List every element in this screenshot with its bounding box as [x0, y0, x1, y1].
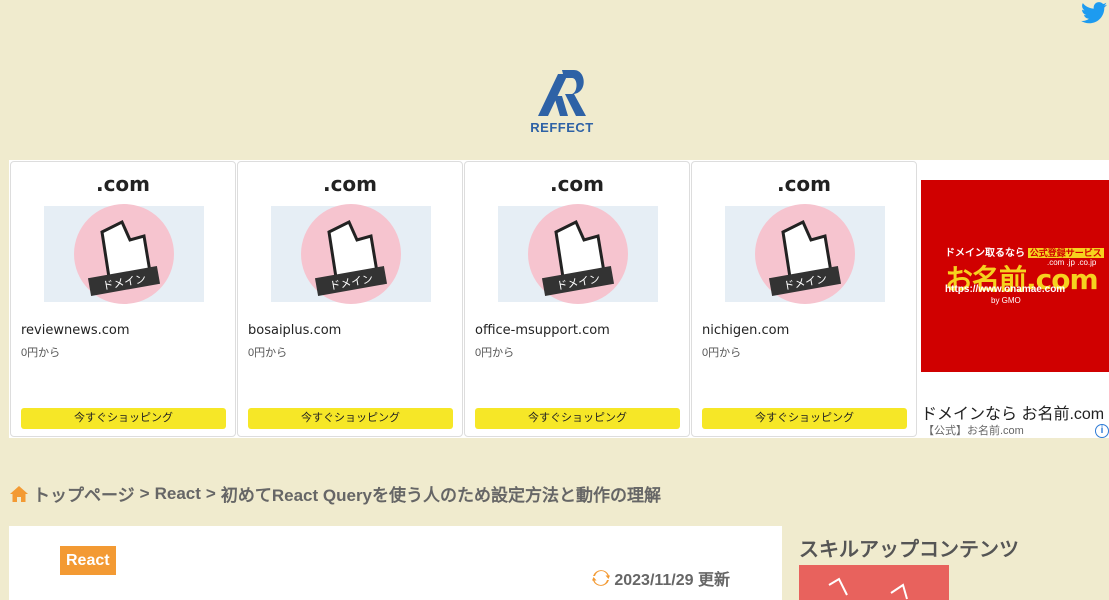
ad-card-tld: .com	[549, 172, 605, 196]
breadcrumb-category[interactable]: React	[155, 484, 201, 504]
site-logo[interactable]: REFFECT	[520, 66, 604, 135]
category-badge[interactable]: React	[60, 546, 116, 575]
adchoices-icon[interactable]: i	[1095, 424, 1109, 438]
ad-card-domain: bosaiplus.com	[248, 323, 342, 338]
logo-text: REFFECT	[530, 120, 594, 135]
breadcrumb-current: 初めてReact Queryを使う人のため設定方法と動作の理解	[220, 486, 662, 505]
shop-now-button[interactable]: 今すぐショッピング	[702, 408, 907, 429]
thumbs-up-domain-icon: ドメイン	[271, 204, 431, 304]
gmo-logo: by GMO	[991, 296, 1021, 305]
breadcrumb-separator: >	[205, 483, 216, 503]
shop-now-button[interactable]: 今すぐショッピング	[248, 408, 453, 429]
ad-card-domain: nichigen.com	[702, 323, 790, 338]
ad-card[interactable]: .com ドメイン bosaiplus.com 0円から 今すぐショッピング	[237, 161, 463, 437]
sidebar-thumbnail[interactable]	[799, 565, 949, 600]
breadcrumb-home[interactable]: トップページ	[33, 481, 135, 506]
ad-card-price: 0円から	[475, 347, 515, 359]
article-card: React 2023/11/29 更新	[9, 526, 782, 600]
onamae-ad-subtitle[interactable]: 【公式】お名前.com	[923, 422, 1024, 438]
shop-now-button[interactable]: 今すぐショッピング	[21, 408, 226, 429]
home-icon	[10, 485, 28, 502]
shop-now-button[interactable]: 今すぐショッピング	[475, 408, 680, 429]
thumbs-up-domain-icon: ドメイン	[498, 204, 658, 304]
twitter-icon[interactable]	[1081, 2, 1107, 24]
ad-card[interactable]: .com ドメイン office-msupport.com 0円から 今すぐショ…	[464, 161, 690, 437]
updated-date-text: 2023/11/29 更新	[614, 572, 730, 589]
onamae-ad[interactable]: ドメイン取るなら 公式登録サービス .com .jp .co.jp お名前.co…	[921, 180, 1109, 438]
ad-strip: .com ドメイン reviewnews.com 0円から 今すぐショッピング …	[9, 160, 1109, 438]
onamae-banner-url: https://www.onamae.com	[945, 284, 1066, 295]
sidebar-thumbnail-art	[828, 577, 908, 600]
ad-card-price: 0円から	[702, 347, 742, 359]
onamae-banner[interactable]: ドメイン取るなら 公式登録サービス .com .jp .co.jp お名前.co…	[921, 180, 1109, 372]
ad-card[interactable]: .com ドメイン reviewnews.com 0円から 今すぐショッピング	[10, 161, 236, 437]
ad-card[interactable]: .com ドメイン nichigen.com 0円から 今すぐショッピング	[691, 161, 917, 437]
ad-card-tld: .com	[322, 172, 378, 196]
refresh-icon	[592, 570, 611, 586]
logo-mark	[538, 70, 586, 116]
thumbs-up-domain-icon: ドメイン	[725, 204, 885, 304]
breadcrumb: トップページ > React > 初めてReact Queryを使う人のため設定…	[9, 481, 661, 506]
updated-date: 2023/11/29 更新	[592, 566, 730, 590]
onamae-ad-title[interactable]: ドメインなら お名前.com	[921, 400, 1104, 424]
ad-card-price: 0円から	[21, 347, 61, 359]
ad-card-price: 0円から	[248, 347, 288, 359]
ad-card-domain: office-msupport.com	[475, 323, 610, 338]
ad-card-tld: .com	[95, 172, 151, 196]
sidebar-title: スキルアップコンテンツ	[799, 539, 1019, 561]
ad-card-tld: .com	[776, 172, 832, 196]
breadcrumb-separator: >	[139, 483, 150, 503]
ad-card-domain: reviewnews.com	[21, 323, 130, 338]
onamae-official-badge: 公式登録サービス	[1027, 248, 1104, 258]
onamae-banner-line1: ドメイン取るなら 公式登録サービス	[945, 248, 1104, 259]
thumbs-up-domain-icon: ドメイン	[44, 204, 204, 304]
